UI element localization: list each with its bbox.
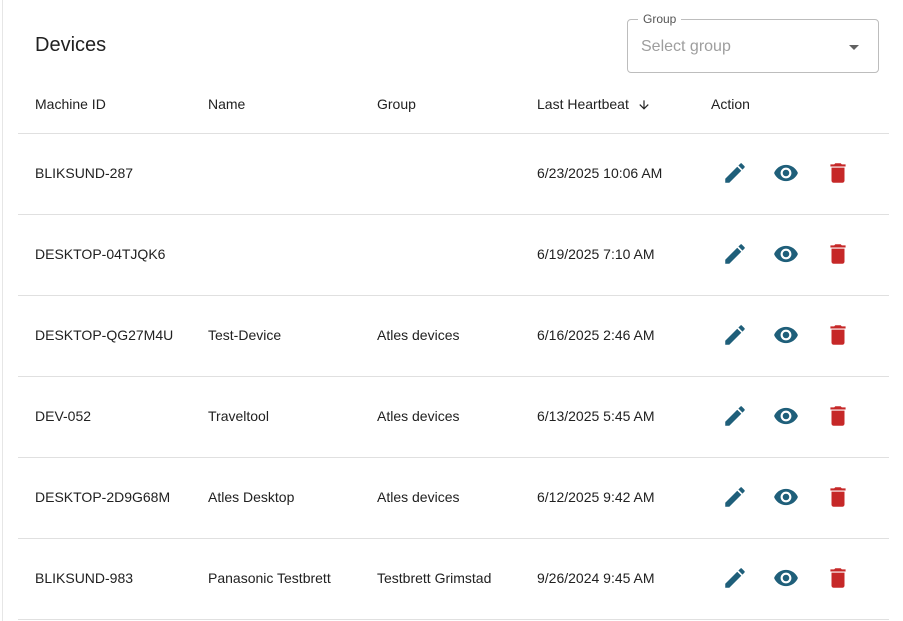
cell-machine-id: DESKTOP-2D9G68M xyxy=(35,489,171,505)
devices-card: Devices Group Select group Machine ID Na… xyxy=(18,0,889,621)
trash-icon[interactable] xyxy=(825,160,851,186)
pencil-icon[interactable] xyxy=(722,322,748,348)
cell-name: Test-Device xyxy=(208,327,282,343)
header-last-heartbeat-label: Last Heartbeat xyxy=(537,96,629,112)
cell-machine-id: BLIKSUND-287 xyxy=(35,165,134,181)
group-select-placeholder: Select group xyxy=(641,38,731,55)
eye-icon[interactable] xyxy=(773,322,799,348)
trash-icon[interactable] xyxy=(825,403,851,429)
left-divider xyxy=(2,0,3,621)
header-name[interactable]: Name xyxy=(208,96,245,112)
cell-last-heartbeat: 6/13/2025 5:45 AM xyxy=(537,408,655,424)
cell-group: Testbrett Grimstad xyxy=(377,570,492,586)
group-select-label: Group xyxy=(638,12,682,26)
cell-machine-id: DEV-052 xyxy=(35,408,92,424)
cell-last-heartbeat: 6/12/2025 9:42 AM xyxy=(537,489,655,505)
cell-last-heartbeat: 6/23/2025 10:06 AM xyxy=(537,165,663,181)
cell-name: Atles Desktop xyxy=(208,489,295,505)
pencil-icon[interactable] xyxy=(722,160,748,186)
cell-machine-id: BLIKSUND-983 xyxy=(35,570,134,586)
cell-name: Traveltool xyxy=(208,408,269,424)
cell-group: Atles devices xyxy=(377,327,460,343)
cell-name: Panasonic Testbrett xyxy=(208,570,331,586)
cell-machine-id: DESKTOP-04TJQK6 xyxy=(35,246,166,262)
cell-last-heartbeat: 6/19/2025 7:10 AM xyxy=(537,246,655,262)
pencil-icon[interactable] xyxy=(722,241,748,267)
pencil-icon[interactable] xyxy=(722,565,748,591)
eye-icon[interactable] xyxy=(773,403,799,429)
cell-machine-id: DESKTOP-QG27M4U xyxy=(35,327,174,343)
table-row: DESKTOP-QG27M4U Test-Device Atles devices 6… xyxy=(18,296,889,377)
table-row: BLIKSUND-983 Panasonic Testbrett Testbrett… xyxy=(18,539,889,620)
page-title: Devices xyxy=(35,34,107,56)
group-select[interactable]: Group Select group xyxy=(627,12,879,73)
table-row: DESKTOP-04TJQK6 6/19/2025 7:10 AM xyxy=(18,215,889,296)
cell-last-heartbeat: 6/16/2025 2:46 AM xyxy=(537,327,655,343)
table-row: DEV-052 Traveltool Atles devices 6/13/2025 … xyxy=(18,377,889,458)
trash-icon[interactable] xyxy=(825,484,851,510)
header-last-heartbeat[interactable]: Last Heartbeat xyxy=(537,96,651,112)
trash-icon[interactable] xyxy=(825,322,851,348)
pencil-icon[interactable] xyxy=(722,403,748,429)
header-group[interactable]: Group xyxy=(377,96,416,112)
trash-icon[interactable] xyxy=(825,241,851,267)
table-header: Machine ID Name Group Last Heartbeat Act… xyxy=(18,81,889,134)
cell-group: Atles devices xyxy=(377,489,460,505)
cell-group: Atles devices xyxy=(377,408,460,424)
header-machine-id[interactable]: Machine ID xyxy=(35,96,106,112)
arrow-down-icon xyxy=(639,100,649,110)
table-row: DESKTOP-2D9G68M Atles Desktop Atles device… xyxy=(18,458,889,539)
header-action: Action xyxy=(711,96,750,112)
eye-icon[interactable] xyxy=(773,484,799,510)
cell-last-heartbeat: 9/26/2024 9:45 AM xyxy=(537,570,655,586)
eye-icon[interactable] xyxy=(773,241,799,267)
eye-icon[interactable] xyxy=(773,565,799,591)
trash-icon[interactable] xyxy=(825,565,851,591)
table-row: BLIKSUND-287 6/23/2025 10:06 AM xyxy=(18,134,889,215)
pencil-icon[interactable] xyxy=(722,484,748,510)
eye-icon[interactable] xyxy=(773,160,799,186)
caret-down-icon xyxy=(849,45,859,50)
